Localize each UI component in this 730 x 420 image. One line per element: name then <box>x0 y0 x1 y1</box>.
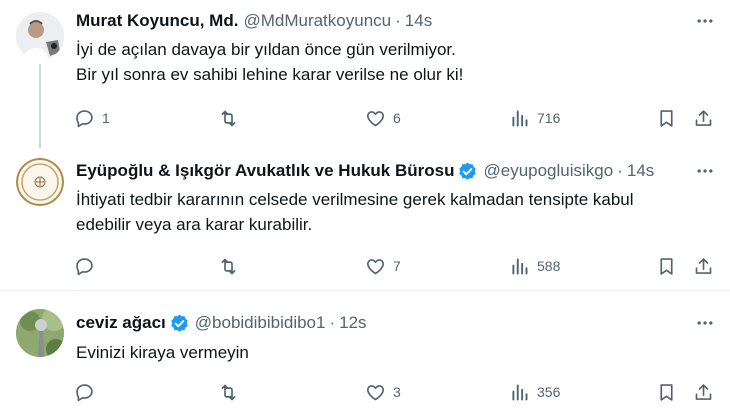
action-bar: 3 356 <box>70 377 720 407</box>
share-button[interactable] <box>693 251 714 281</box>
tweet-header: ceviz ağacı @bobidibibidibo1 · 12s <box>76 312 730 334</box>
views-icon <box>512 384 528 400</box>
tweet-ceviz-agaci[interactable]: ceviz ağacı @bobidibibidibo1 · 12s Evini… <box>0 291 730 420</box>
user-handle[interactable]: @MdMuratkoyuncu <box>243 11 391 31</box>
share-button[interactable] <box>693 377 714 407</box>
user-handle[interactable]: @bobidibibidibo1 <box>195 313 326 333</box>
tweet-murat-koyuncu[interactable]: Murat Koyuncu, Md. @MdMuratkoyuncu · 14s… <box>0 0 730 148</box>
more-icon[interactable] <box>694 312 716 334</box>
bookmark-button[interactable] <box>656 377 677 407</box>
share-icon <box>695 109 712 126</box>
bookmark-icon <box>660 383 673 401</box>
views-button[interactable]: 356 <box>509 377 560 407</box>
user-handle[interactable]: @eyupogluisikgo <box>483 161 613 181</box>
view-count: 716 <box>537 110 561 126</box>
tweet-text-line: Evinizi kiraya vermeyin <box>76 343 249 362</box>
timestamp[interactable]: 14s <box>627 161 654 181</box>
tweet-text: İyi de açılan davaya bir yıldan önce gün… <box>76 37 710 87</box>
display-name[interactable]: Eyüpoğlu & Işıkgör Avukatlık ve Hukuk Bü… <box>76 161 454 181</box>
like-button[interactable]: 7 <box>365 251 401 281</box>
timestamp[interactable]: 14s <box>405 11 432 31</box>
reply-icon <box>76 257 93 275</box>
share-icon <box>695 383 712 400</box>
reply-count: 1 <box>102 110 110 126</box>
tweet-text-line: İhtiyati tedbir kararının celsede verilm… <box>76 190 634 209</box>
like-count: 3 <box>393 384 401 400</box>
separator-dot: · <box>395 11 401 30</box>
bookmark-icon <box>660 257 673 275</box>
share-button[interactable] <box>693 103 714 133</box>
like-icon <box>367 384 384 400</box>
like-count: 6 <box>393 110 401 126</box>
verified-badge-icon <box>457 161 478 182</box>
thread-line <box>39 64 41 148</box>
tweet-eyupoglu-isikgor[interactable]: Eyüpoğlu & Işıkgör Avukatlık ve Hukuk Bü… <box>0 148 730 290</box>
reply-button[interactable]: 1 <box>74 103 110 133</box>
separator-dot: · <box>329 313 336 332</box>
tweet-text: İhtiyati tedbir kararının celsede verilm… <box>76 187 710 237</box>
like-icon <box>367 258 384 274</box>
views-icon <box>512 110 528 126</box>
view-count: 356 <box>537 384 561 400</box>
timestamp[interactable]: 12s <box>339 313 366 333</box>
view-count: 588 <box>537 258 561 274</box>
display-name[interactable]: ceviz ağacı <box>76 313 166 333</box>
bookmark-button[interactable] <box>656 251 677 281</box>
avatar[interactable] <box>16 158 64 206</box>
reply-icon <box>76 383 93 401</box>
like-button[interactable]: 6 <box>365 103 401 133</box>
action-bar: 1 6 716 <box>70 103 720 133</box>
like-button[interactable]: 3 <box>365 377 401 407</box>
views-button[interactable]: 716 <box>509 103 560 133</box>
views-button[interactable]: 588 <box>509 251 560 281</box>
avatar[interactable] <box>16 309 64 357</box>
tweet-header: Murat Koyuncu, Md. @MdMuratkoyuncu · 14s <box>76 10 730 32</box>
retweet-icon <box>221 258 236 274</box>
retweet-icon <box>221 110 236 126</box>
views-icon <box>512 258 528 274</box>
reply-button[interactable] <box>74 251 102 281</box>
avatar[interactable] <box>16 12 64 60</box>
retweet-button[interactable] <box>218 103 246 133</box>
verified-badge-icon <box>169 313 190 334</box>
bookmark-button[interactable] <box>656 103 677 133</box>
retweet-button[interactable] <box>218 377 246 407</box>
like-count: 7 <box>393 258 401 274</box>
retweet-icon <box>221 384 236 400</box>
reply-button[interactable] <box>74 377 102 407</box>
separator-dot: · <box>617 161 623 180</box>
share-icon <box>695 257 712 274</box>
tweet-header: Eyüpoğlu & Işıkgör Avukatlık ve Hukuk Bü… <box>76 160 730 182</box>
reply-icon <box>76 109 93 127</box>
tweet-text-line: Bir yıl sonra ev sahibi lehine karar ver… <box>76 65 464 84</box>
like-icon <box>367 110 384 126</box>
tweet-text-line: edebilir veya ara karar kurabilir. <box>76 215 313 234</box>
tweet-text: Evinizi kiraya vermeyin <box>76 340 710 365</box>
action-bar: 7 588 <box>70 251 720 281</box>
display-name[interactable]: Murat Koyuncu, Md. <box>76 11 238 31</box>
tweet-text-line: İyi de açılan davaya bir yıldan önce gün… <box>76 40 456 59</box>
more-icon[interactable] <box>694 10 716 32</box>
retweet-button[interactable] <box>218 251 246 281</box>
bookmark-icon <box>660 109 673 127</box>
more-icon[interactable] <box>694 160 716 182</box>
